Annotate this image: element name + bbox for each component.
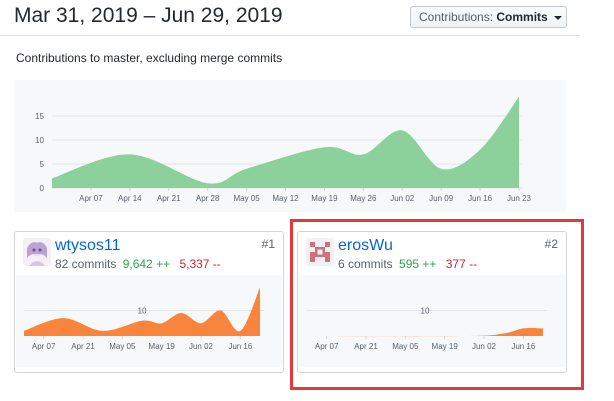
x-tick-label: Apr 28 bbox=[196, 194, 220, 203]
area-series[interactable] bbox=[307, 327, 543, 337]
x-tick-label: Apr 07 bbox=[315, 342, 339, 351]
contributor-stats: 6 commits 595 ++ 377 -- bbox=[338, 257, 477, 271]
y-tick-label: 0 bbox=[40, 184, 45, 193]
chart-subtitle: Contributions to master, excluding merge… bbox=[16, 51, 283, 65]
avatar[interactable] bbox=[23, 238, 51, 266]
x-tick-label: May 05 bbox=[109, 342, 136, 351]
x-tick-label: Jun 23 bbox=[507, 194, 532, 203]
commits-count-link[interactable]: 82 commits bbox=[55, 257, 116, 271]
x-tick-label: Jun 02 bbox=[390, 194, 415, 203]
contributions-dropdown-button[interactable]: Contributions: Commits bbox=[410, 6, 567, 28]
x-tick-label: Jun 02 bbox=[472, 342, 497, 351]
x-tick-label: Apr 21 bbox=[354, 342, 378, 351]
contributor-stats: 82 commits 9,642 ++ 5,337 -- bbox=[55, 257, 221, 271]
additions-count: 9,642 ++ bbox=[122, 257, 171, 271]
commits-count-link[interactable]: 6 commits bbox=[338, 257, 393, 271]
contributor-chart-svg: 10 Apr 07 Apr 21 May 05 May 19 Jun 02 Jun 16 bbox=[24, 287, 264, 351]
x-tick-label: May 19 bbox=[432, 342, 459, 351]
contributions-value: Commits bbox=[496, 10, 548, 24]
contributor-card: erosWu #2 6 commits 595 ++ 377 -- 10 Apr … bbox=[297, 231, 567, 373]
x-tick-label: Apr 07 bbox=[79, 194, 103, 203]
contributor-card-header: wtysos11 #1 82 commits 9,642 ++ 5,337 -- bbox=[15, 232, 283, 272]
contributor-rank: #2 bbox=[544, 237, 558, 251]
contributor-chart: 10 Apr 07 Apr 21 May 05 May 19 Jun 02 Jun 16 bbox=[16, 275, 282, 367]
x-tick-label: May 12 bbox=[272, 194, 299, 203]
x-tick-label: Jun 09 bbox=[429, 194, 454, 203]
area-series[interactable] bbox=[52, 96, 519, 188]
contributor-name-link[interactable]: wtysos11 bbox=[55, 237, 121, 255]
caret-down-icon bbox=[554, 15, 563, 20]
y-tick-label: 10 bbox=[421, 307, 430, 316]
page-header: Mar 31, 2019 – Jun 29, 2019 Contribution… bbox=[0, 0, 580, 36]
avatar[interactable] bbox=[306, 238, 334, 266]
main-contributions-chart: 0 5 10 15 Apr 07 Apr 14 Apr 21 Apr 28 May 05 May … bbox=[14, 80, 566, 212]
x-tick-label: May 05 bbox=[392, 342, 419, 351]
deletions-count: 5,337 -- bbox=[179, 257, 221, 271]
contributor-card-header: erosWu #2 6 commits 595 ++ 377 -- bbox=[298, 232, 566, 272]
main-chart-svg: 0 5 10 15 Apr 07 Apr 14 Apr 21 Apr 28 May 05 May … bbox=[35, 96, 532, 203]
y-tick-label: 10 bbox=[138, 307, 147, 316]
contributions-label: Contributions: bbox=[419, 10, 494, 24]
x-tick-label: Apr 14 bbox=[118, 194, 142, 203]
contributor-chart-svg: 10 Apr 07 Apr 21 May 05 May 19 Jun 02 Jun 16 bbox=[307, 307, 547, 351]
date-range-title: Mar 31, 2019 – Jun 29, 2019 bbox=[14, 4, 283, 27]
x-tick-label: Jun 02 bbox=[189, 342, 214, 351]
x-tick-label: May 19 bbox=[311, 194, 338, 203]
y-tick-label: 5 bbox=[40, 160, 45, 169]
x-tick-label: May 05 bbox=[233, 194, 260, 203]
additions-count: 595 ++ bbox=[399, 257, 437, 271]
x-tick-label: May 26 bbox=[350, 194, 377, 203]
x-tick-label: May 19 bbox=[149, 342, 176, 351]
x-tick-label: Apr 21 bbox=[71, 342, 95, 351]
deletions-count: 377 -- bbox=[445, 257, 478, 271]
contributor-card: wtysos11 #1 82 commits 9,642 ++ 5,337 --… bbox=[14, 231, 284, 373]
x-tick-label: Jun 16 bbox=[468, 194, 493, 203]
x-tick-label: Apr 21 bbox=[157, 194, 181, 203]
x-tick-label: Jun 16 bbox=[511, 342, 536, 351]
contributor-rank: #1 bbox=[261, 237, 275, 251]
contributor-chart: 10 Apr 07 Apr 21 May 05 May 19 Jun 02 Jun 16 bbox=[299, 275, 565, 367]
contributor-name-link[interactable]: erosWu bbox=[338, 237, 393, 255]
y-tick-label: 15 bbox=[35, 112, 44, 121]
x-tick-label: Apr 07 bbox=[32, 342, 56, 351]
x-tick-label: Jun 16 bbox=[228, 342, 253, 351]
y-tick-label: 10 bbox=[35, 136, 44, 145]
